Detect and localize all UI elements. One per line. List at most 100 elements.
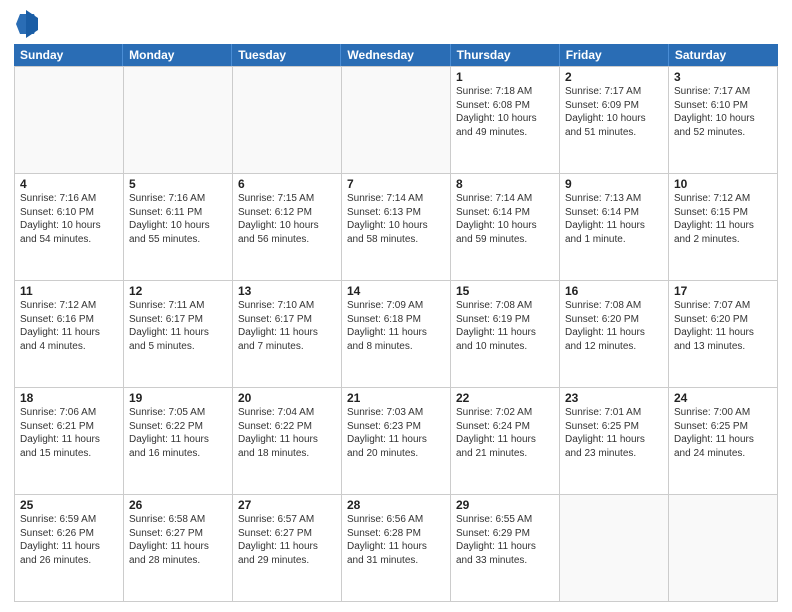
day-info: Sunrise: 7:15 AM Sunset: 6:12 PM Dayligh…	[238, 192, 336, 246]
calendar-cell: 29Sunrise: 6:55 AM Sunset: 6:29 PM Dayli…	[451, 495, 560, 602]
calendar-cell: 15Sunrise: 7:08 AM Sunset: 6:19 PM Dayli…	[451, 281, 560, 388]
calendar-cell: 23Sunrise: 7:01 AM Sunset: 6:25 PM Dayli…	[560, 388, 669, 495]
day-number: 21	[347, 391, 445, 405]
day-info: Sunrise: 7:04 AM Sunset: 6:22 PM Dayligh…	[238, 406, 336, 460]
page: SundayMondayTuesdayWednesdayThursdayFrid…	[0, 0, 792, 612]
day-number: 14	[347, 284, 445, 298]
day-number: 2	[565, 70, 663, 84]
calendar-cell: 9Sunrise: 7:13 AM Sunset: 6:14 PM Daylig…	[560, 174, 669, 281]
calendar-cell	[124, 67, 233, 174]
day-number: 11	[20, 284, 118, 298]
calendar: SundayMondayTuesdayWednesdayThursdayFrid…	[14, 44, 778, 602]
calendar-cell: 16Sunrise: 7:08 AM Sunset: 6:20 PM Dayli…	[560, 281, 669, 388]
day-number: 24	[674, 391, 772, 405]
day-info: Sunrise: 7:02 AM Sunset: 6:24 PM Dayligh…	[456, 406, 554, 460]
day-number: 22	[456, 391, 554, 405]
day-number: 9	[565, 177, 663, 191]
day-number: 18	[20, 391, 118, 405]
calendar-cell: 21Sunrise: 7:03 AM Sunset: 6:23 PM Dayli…	[342, 388, 451, 495]
calendar-cell: 28Sunrise: 6:56 AM Sunset: 6:28 PM Dayli…	[342, 495, 451, 602]
day-number: 16	[565, 284, 663, 298]
calendar-cell: 1Sunrise: 7:18 AM Sunset: 6:08 PM Daylig…	[451, 67, 560, 174]
calendar-cell: 24Sunrise: 7:00 AM Sunset: 6:25 PM Dayli…	[669, 388, 778, 495]
weekday-header: Tuesday	[232, 44, 341, 66]
day-number: 13	[238, 284, 336, 298]
day-number: 25	[20, 498, 118, 512]
calendar-cell: 6Sunrise: 7:15 AM Sunset: 6:12 PM Daylig…	[233, 174, 342, 281]
day-number: 5	[129, 177, 227, 191]
day-info: Sunrise: 7:03 AM Sunset: 6:23 PM Dayligh…	[347, 406, 445, 460]
calendar-cell	[233, 67, 342, 174]
weekday-header: Thursday	[451, 44, 560, 66]
calendar-row: 25Sunrise: 6:59 AM Sunset: 6:26 PM Dayli…	[15, 495, 778, 602]
day-number: 4	[20, 177, 118, 191]
calendar-cell: 14Sunrise: 7:09 AM Sunset: 6:18 PM Dayli…	[342, 281, 451, 388]
day-info: Sunrise: 7:14 AM Sunset: 6:13 PM Dayligh…	[347, 192, 445, 246]
day-info: Sunrise: 6:58 AM Sunset: 6:27 PM Dayligh…	[129, 513, 227, 567]
calendar-cell: 4Sunrise: 7:16 AM Sunset: 6:10 PM Daylig…	[15, 174, 124, 281]
day-info: Sunrise: 7:00 AM Sunset: 6:25 PM Dayligh…	[674, 406, 772, 460]
day-info: Sunrise: 6:57 AM Sunset: 6:27 PM Dayligh…	[238, 513, 336, 567]
header	[14, 10, 778, 38]
day-info: Sunrise: 7:13 AM Sunset: 6:14 PM Dayligh…	[565, 192, 663, 246]
day-info: Sunrise: 7:12 AM Sunset: 6:16 PM Dayligh…	[20, 299, 118, 353]
day-info: Sunrise: 7:01 AM Sunset: 6:25 PM Dayligh…	[565, 406, 663, 460]
calendar-cell	[342, 67, 451, 174]
calendar-row: 4Sunrise: 7:16 AM Sunset: 6:10 PM Daylig…	[15, 174, 778, 281]
calendar-cell: 3Sunrise: 7:17 AM Sunset: 6:10 PM Daylig…	[669, 67, 778, 174]
day-number: 19	[129, 391, 227, 405]
calendar-row: 18Sunrise: 7:06 AM Sunset: 6:21 PM Dayli…	[15, 388, 778, 495]
calendar-cell: 11Sunrise: 7:12 AM Sunset: 6:16 PM Dayli…	[15, 281, 124, 388]
weekday-header: Wednesday	[341, 44, 450, 66]
day-number: 23	[565, 391, 663, 405]
logo-icon	[16, 10, 38, 38]
day-number: 3	[674, 70, 772, 84]
calendar-cell: 27Sunrise: 6:57 AM Sunset: 6:27 PM Dayli…	[233, 495, 342, 602]
day-info: Sunrise: 6:56 AM Sunset: 6:28 PM Dayligh…	[347, 513, 445, 567]
calendar-cell	[669, 495, 778, 602]
weekday-header: Saturday	[669, 44, 778, 66]
day-info: Sunrise: 7:18 AM Sunset: 6:08 PM Dayligh…	[456, 85, 554, 139]
calendar-cell: 7Sunrise: 7:14 AM Sunset: 6:13 PM Daylig…	[342, 174, 451, 281]
day-number: 26	[129, 498, 227, 512]
day-info: Sunrise: 7:17 AM Sunset: 6:10 PM Dayligh…	[674, 85, 772, 139]
day-info: Sunrise: 7:08 AM Sunset: 6:19 PM Dayligh…	[456, 299, 554, 353]
day-info: Sunrise: 7:08 AM Sunset: 6:20 PM Dayligh…	[565, 299, 663, 353]
calendar-cell: 13Sunrise: 7:10 AM Sunset: 6:17 PM Dayli…	[233, 281, 342, 388]
logo	[14, 14, 38, 38]
day-info: Sunrise: 7:06 AM Sunset: 6:21 PM Dayligh…	[20, 406, 118, 460]
calendar-cell: 18Sunrise: 7:06 AM Sunset: 6:21 PM Dayli…	[15, 388, 124, 495]
day-info: Sunrise: 6:59 AM Sunset: 6:26 PM Dayligh…	[20, 513, 118, 567]
weekday-header: Sunday	[14, 44, 123, 66]
day-number: 12	[129, 284, 227, 298]
day-number: 29	[456, 498, 554, 512]
calendar-row: 1Sunrise: 7:18 AM Sunset: 6:08 PM Daylig…	[15, 67, 778, 174]
day-info: Sunrise: 7:14 AM Sunset: 6:14 PM Dayligh…	[456, 192, 554, 246]
calendar-cell	[560, 495, 669, 602]
calendar-cell: 10Sunrise: 7:12 AM Sunset: 6:15 PM Dayli…	[669, 174, 778, 281]
day-info: Sunrise: 7:05 AM Sunset: 6:22 PM Dayligh…	[129, 406, 227, 460]
calendar-header: SundayMondayTuesdayWednesdayThursdayFrid…	[14, 44, 778, 66]
weekday-header: Friday	[560, 44, 669, 66]
calendar-cell: 12Sunrise: 7:11 AM Sunset: 6:17 PM Dayli…	[124, 281, 233, 388]
day-number: 7	[347, 177, 445, 191]
weekday-header: Monday	[123, 44, 232, 66]
calendar-cell: 20Sunrise: 7:04 AM Sunset: 6:22 PM Dayli…	[233, 388, 342, 495]
day-number: 6	[238, 177, 336, 191]
day-info: Sunrise: 7:11 AM Sunset: 6:17 PM Dayligh…	[129, 299, 227, 353]
day-number: 20	[238, 391, 336, 405]
day-info: Sunrise: 7:16 AM Sunset: 6:10 PM Dayligh…	[20, 192, 118, 246]
day-info: Sunrise: 7:10 AM Sunset: 6:17 PM Dayligh…	[238, 299, 336, 353]
calendar-body: 1Sunrise: 7:18 AM Sunset: 6:08 PM Daylig…	[14, 66, 778, 602]
day-number: 27	[238, 498, 336, 512]
day-number: 15	[456, 284, 554, 298]
day-info: Sunrise: 7:12 AM Sunset: 6:15 PM Dayligh…	[674, 192, 772, 246]
day-info: Sunrise: 7:17 AM Sunset: 6:09 PM Dayligh…	[565, 85, 663, 139]
calendar-cell: 22Sunrise: 7:02 AM Sunset: 6:24 PM Dayli…	[451, 388, 560, 495]
day-info: Sunrise: 6:55 AM Sunset: 6:29 PM Dayligh…	[456, 513, 554, 567]
day-number: 8	[456, 177, 554, 191]
day-number: 17	[674, 284, 772, 298]
calendar-row: 11Sunrise: 7:12 AM Sunset: 6:16 PM Dayli…	[15, 281, 778, 388]
calendar-cell: 2Sunrise: 7:17 AM Sunset: 6:09 PM Daylig…	[560, 67, 669, 174]
calendar-cell: 5Sunrise: 7:16 AM Sunset: 6:11 PM Daylig…	[124, 174, 233, 281]
